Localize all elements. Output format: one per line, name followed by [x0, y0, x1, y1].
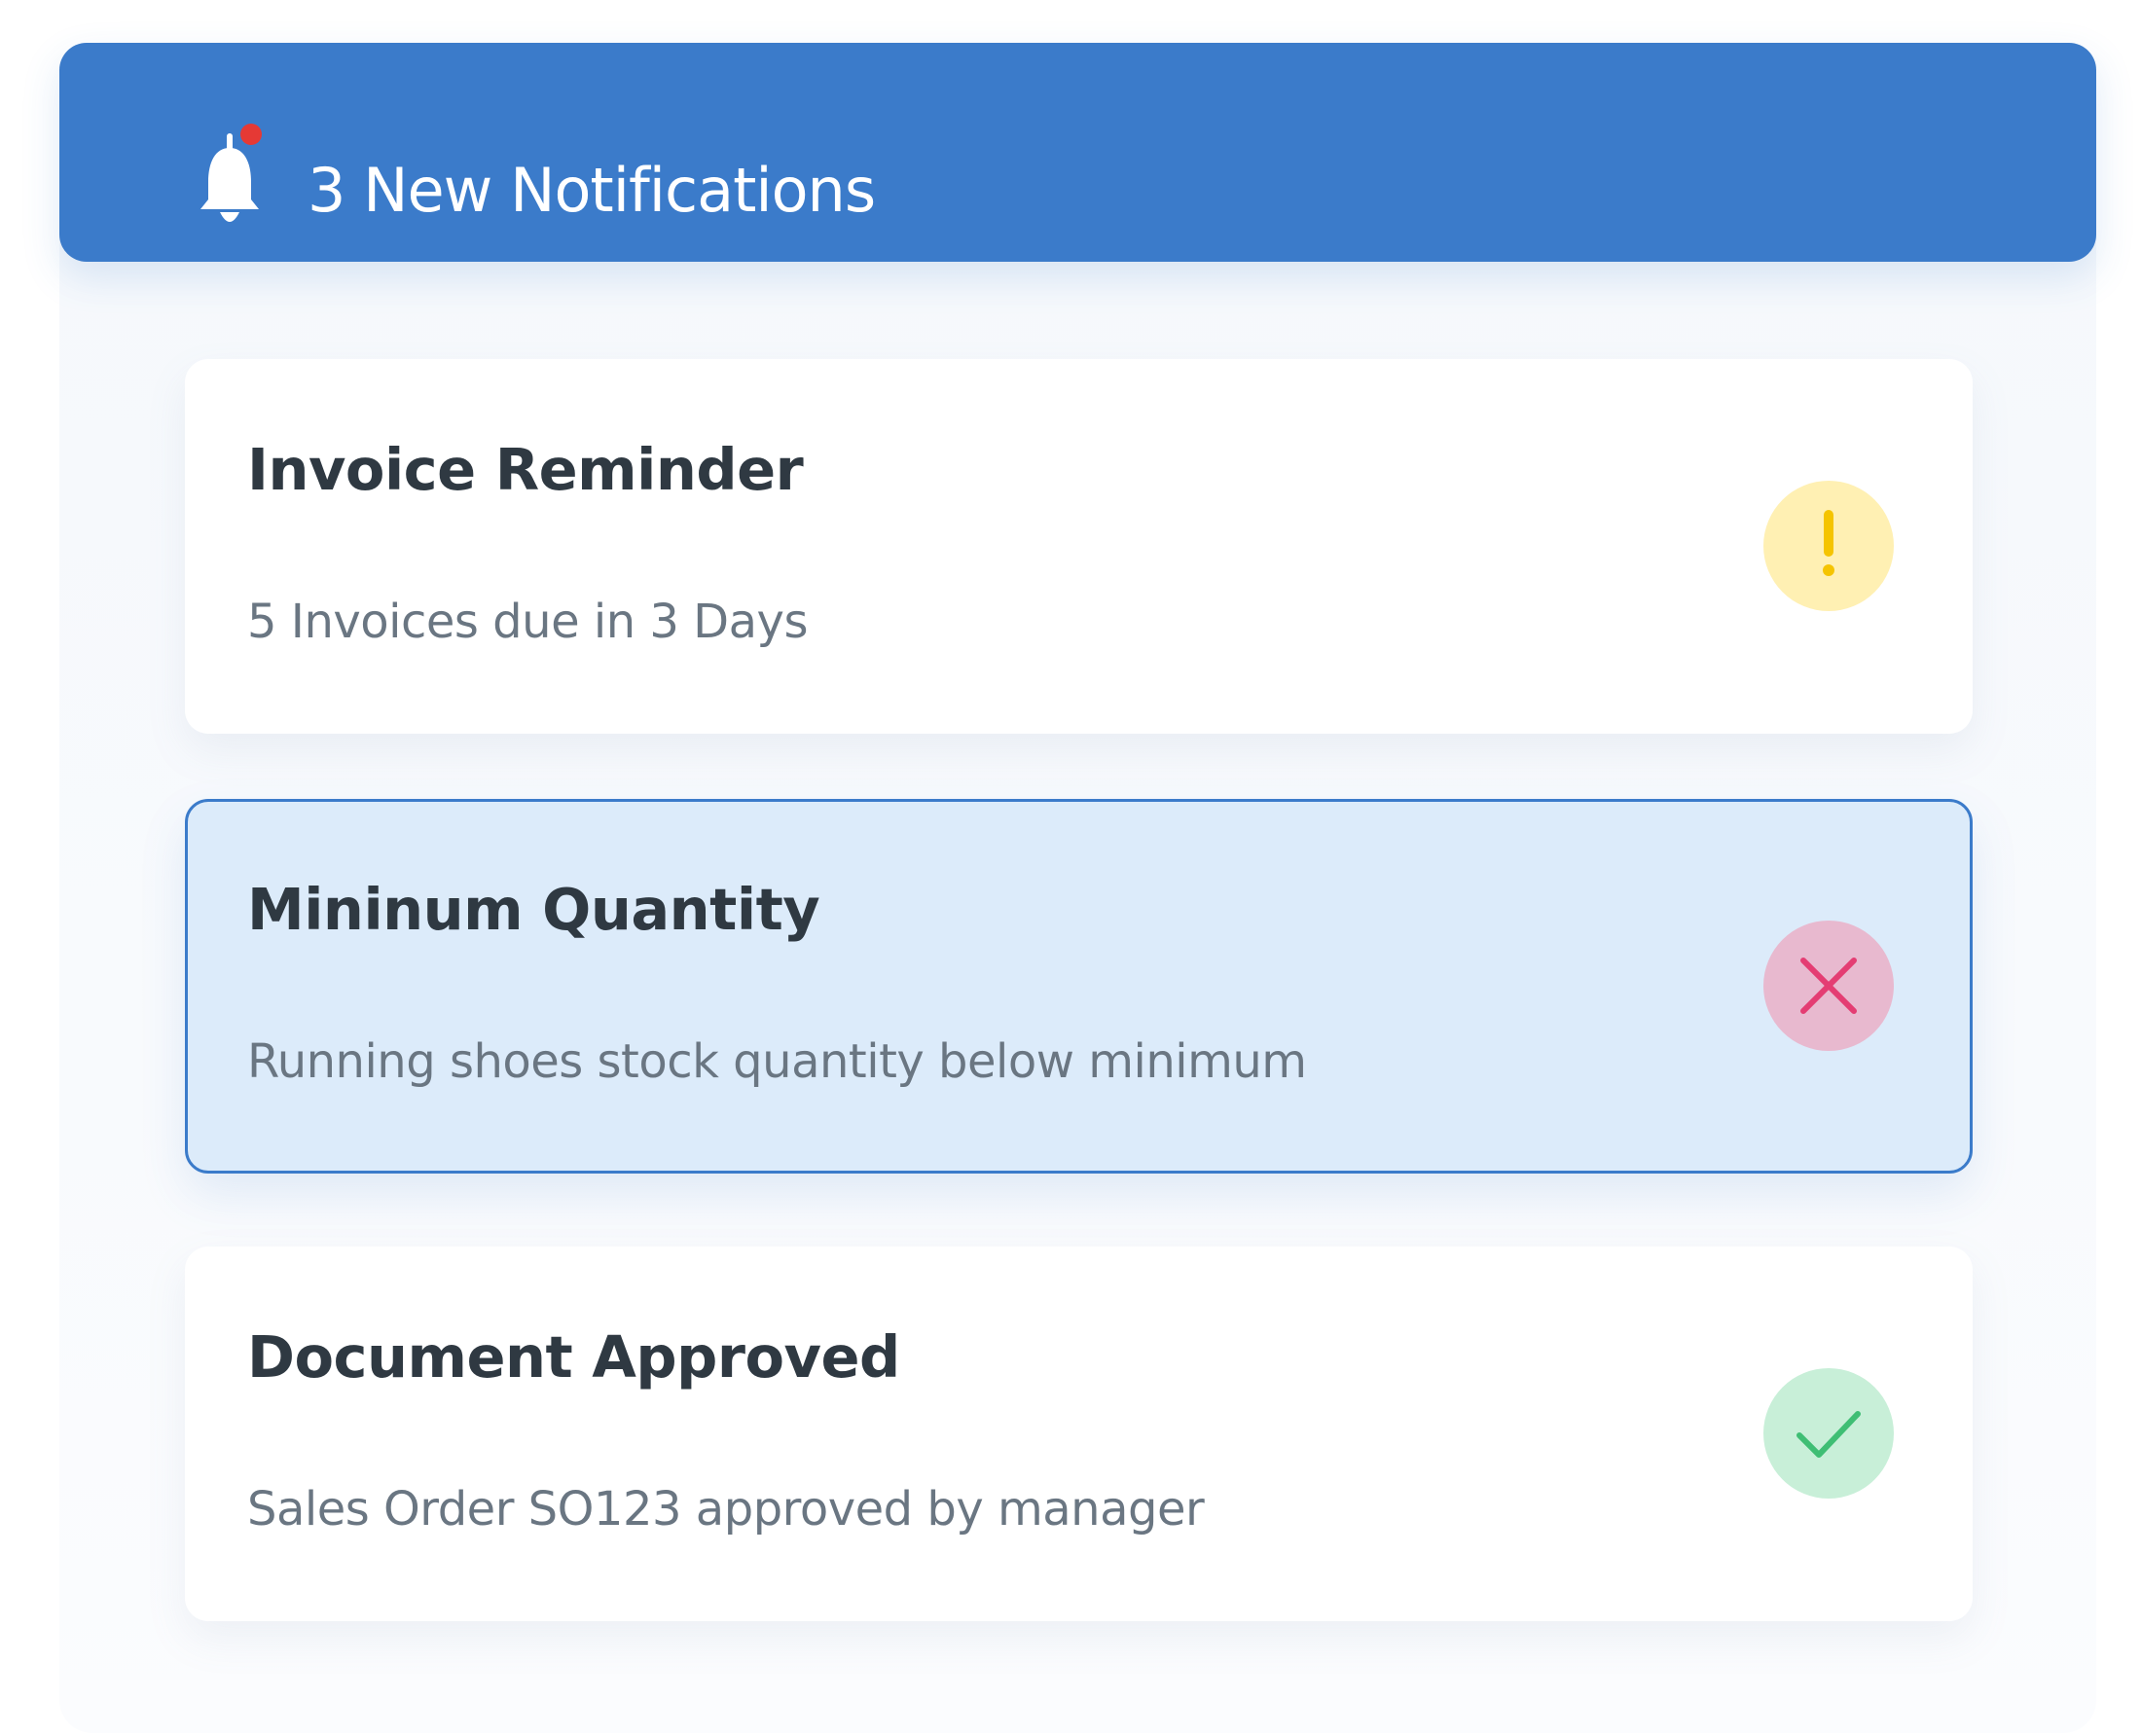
notification-title: Document Approved: [247, 1323, 900, 1391]
notification-message: Running shoes stock quantity below minim…: [247, 1034, 1307, 1089]
notification-message: Sales Order SO123 approved by manager: [247, 1482, 1205, 1537]
close-icon: [1800, 958, 1857, 1014]
bell-icon: [196, 113, 264, 239]
notification-card-document-approved[interactable]: Document Approved Sales Order SO123 appr…: [185, 1247, 1973, 1621]
notification-title: Invoice Reminder: [247, 436, 804, 503]
notification-card-minimum-quantity[interactable]: Mininum Quantity Running shoes stock qua…: [185, 799, 1973, 1174]
check-icon: [1796, 1411, 1861, 1458]
notification-card-invoice-reminder[interactable]: Invoice Reminder 5 Invoices due in 3 Day…: [185, 359, 1973, 734]
notification-header-title: 3 New Notifications: [308, 155, 876, 226]
success-status-badge: [1763, 1368, 1894, 1499]
error-status-badge: [1763, 921, 1894, 1051]
notification-title: Mininum Quantity: [247, 876, 820, 943]
warning-status-badge: [1763, 481, 1894, 611]
notification-message: 5 Invoices due in 3 Days: [247, 595, 808, 649]
notification-header: 3 New Notifications: [59, 43, 2096, 262]
exclamation-icon: [1823, 510, 1834, 576]
